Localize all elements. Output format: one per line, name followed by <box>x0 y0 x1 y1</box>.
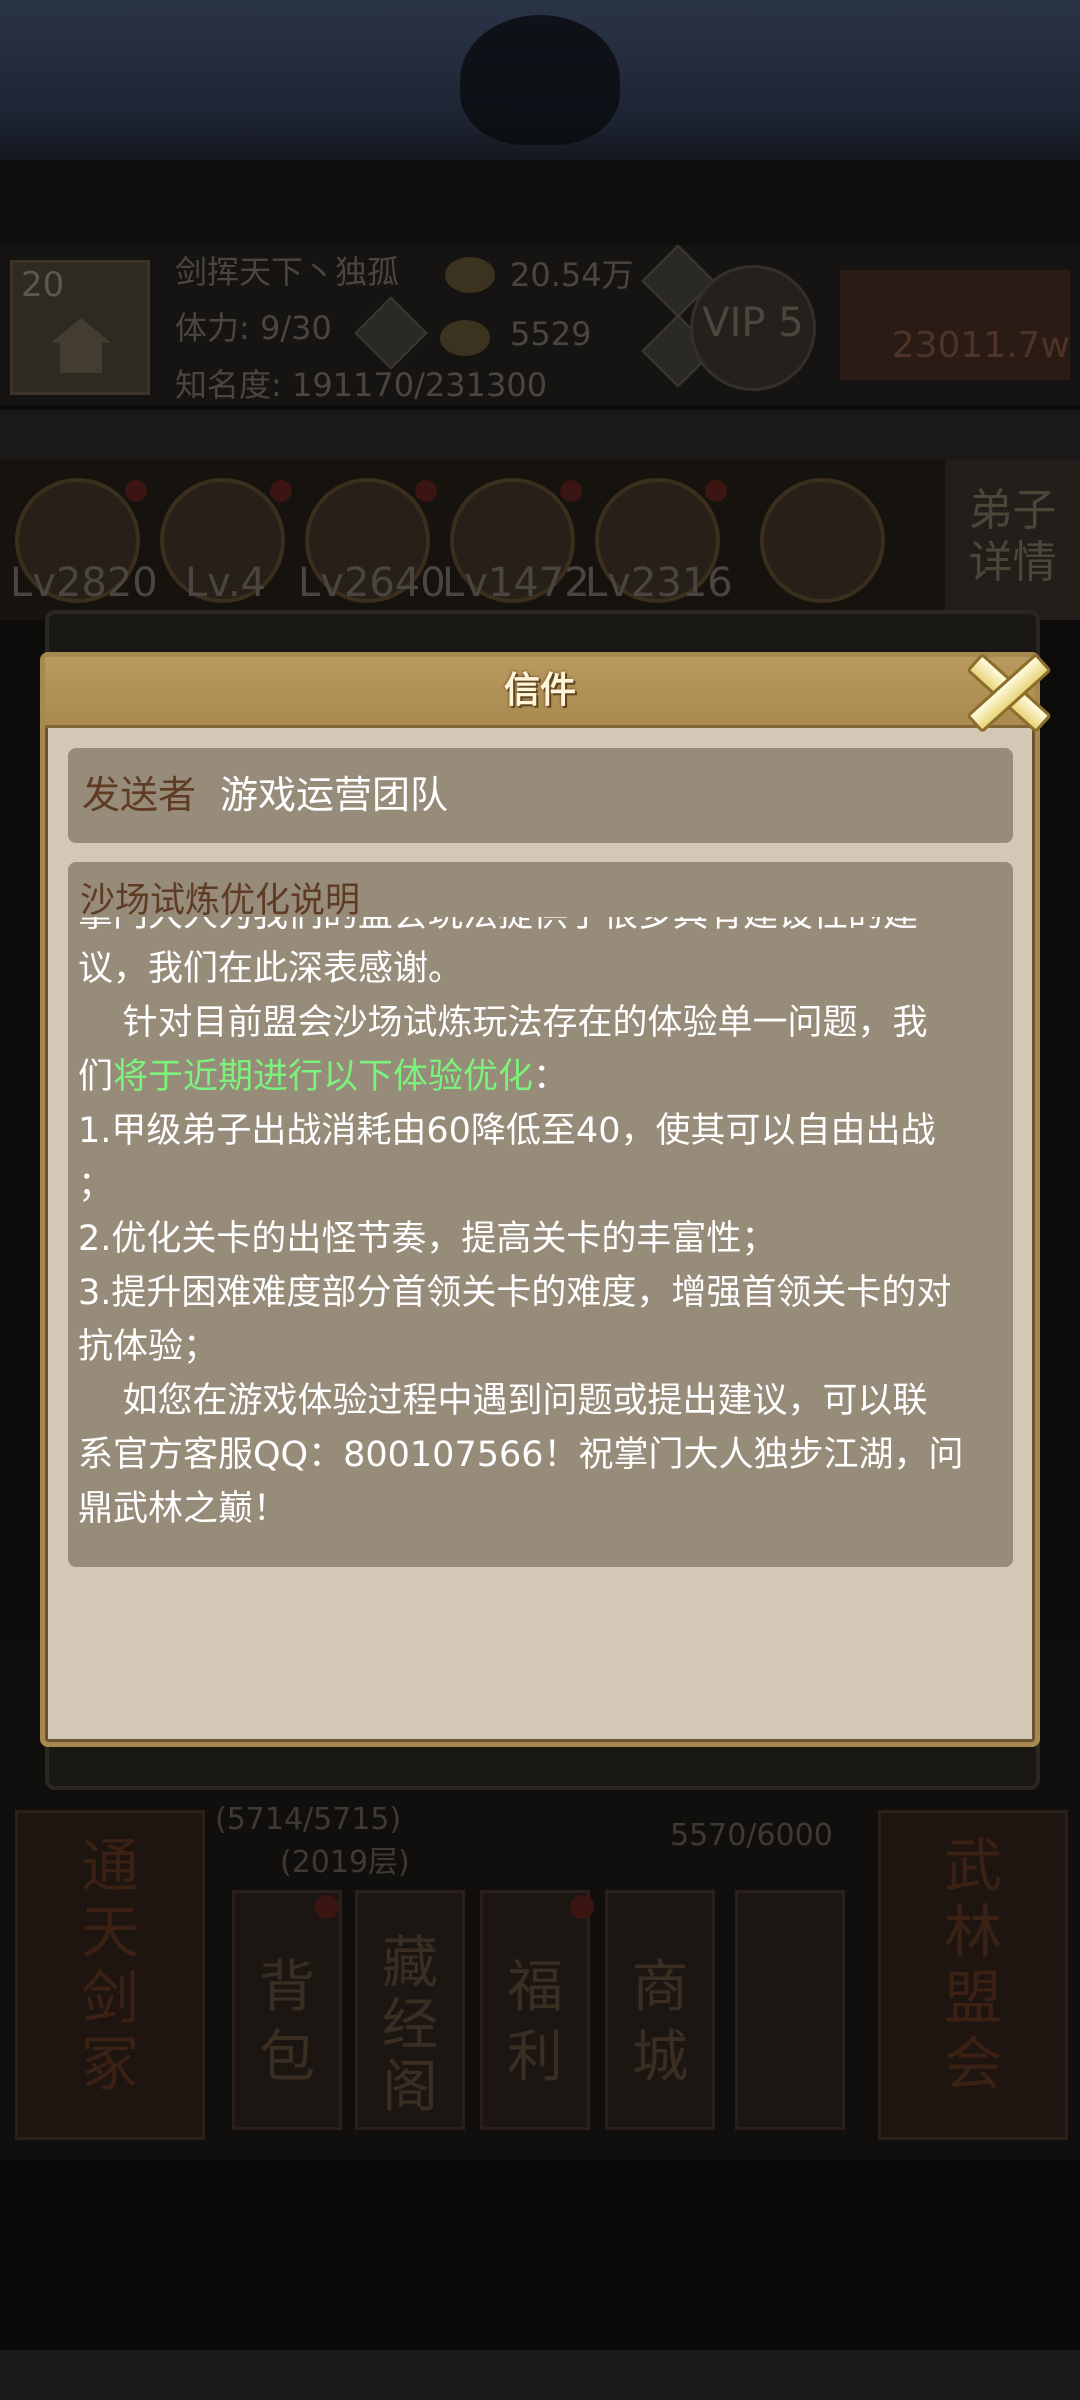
hero-level: Lv2316 <box>585 560 733 606</box>
gold-amount: 5529 <box>510 315 592 353</box>
stamina-plus-icon[interactable] <box>354 296 428 370</box>
disciple-details-button[interactable]: 弟子 详情 <box>945 460 1080 620</box>
notification-dot <box>270 480 292 502</box>
disciple-details-label: 弟子 详情 <box>968 485 1057 588</box>
mail-body-scroll[interactable]: 掌门大人为我们的盟会玩法提供了很多具有建设性的建议，我们在此深表感谢。 针对目前… <box>78 917 998 1562</box>
hero-level: Lv2820 <box>10 560 158 606</box>
energy-progress: 5570/6000 <box>670 1818 833 1853</box>
mail-content-box[interactable]: 沙场试炼优化说明 掌门大人为我们的盟会玩法提供了很多具有建设性的建议，我们在此深… <box>68 862 1013 1567</box>
roof-banner <box>0 0 1080 160</box>
notification-dot <box>315 1895 339 1919</box>
hero-portrait[interactable] <box>760 478 885 603</box>
mail-line: ； <box>78 1165 114 1205</box>
player-info-bar: 20 剑挥天下丶独孤 体力: 9/30 知名度: 191170/231300 2… <box>0 244 1080 405</box>
notification-dot <box>705 480 727 502</box>
welfare-button[interactable]: 福 利 <box>480 1890 590 2130</box>
sender-label: 发送者 <box>82 773 197 817</box>
notification-dot <box>125 480 147 502</box>
scripture-pavilion-button[interactable]: 藏 经 阁 <box>355 1890 465 2130</box>
mail-line: 系官方客服QQ：800107566！祝掌门大人独步江湖，问 <box>78 1435 964 1475</box>
top-band <box>0 160 1080 250</box>
mail-text: 们 <box>78 1057 114 1097</box>
player-name: 剑挥天下丶独孤 <box>175 253 400 291</box>
hero-level: Lv.4 <box>185 560 267 606</box>
sender-box: 发送者 游戏运营团队 <box>68 748 1013 843</box>
mail-line: 如您在游戏体验过程中遇到问题或提出建议，可以联 <box>78 1381 928 1421</box>
tower-progress: (5714/5715) <box>215 1802 402 1837</box>
dialog-title: 信件 <box>503 670 576 711</box>
menu-button-5[interactable] <box>735 1890 845 2130</box>
vip-badge-icon[interactable]: VIP 5 <box>690 265 816 391</box>
bottom-line <box>0 2350 1080 2400</box>
backpack-button[interactable]: 背 包 <box>232 1890 342 2130</box>
mail-text: ： <box>533 1057 569 1097</box>
notification-dot <box>560 480 582 502</box>
shop-button[interactable]: 商 城 <box>605 1890 715 2130</box>
player-fame: 知名度: 191170/231300 <box>175 366 548 404</box>
mail-line: 3.提升困难难度部分首领关卡的难度，增强首领关卡的对 <box>78 1273 952 1313</box>
notification-dot <box>570 1895 594 1919</box>
player-stamina: 体力: 9/30 <box>175 309 332 347</box>
wulin-alliance-button[interactable]: 武 林 盟 会 <box>878 1810 1068 2140</box>
notification-dot <box>415 480 437 502</box>
tongtian-sword-tomb-button[interactable]: 通 天 剑 冢 <box>15 1810 205 2140</box>
close-x-icon[interactable] <box>952 643 1052 734</box>
mail-highlight-text: 将于近期进行以下体验优化 <box>113 1057 534 1097</box>
sender-name: 游戏运营团队 <box>220 773 449 817</box>
mail-line: 们将于近期进行以下体验优化： <box>78 1050 998 1104</box>
mail-line: 议，我们在此深表感谢。 <box>78 949 464 989</box>
mail-body: 掌门大人为我们的盟会玩法提供了很多具有建设性的建议，我们在此深表感谢。 针对目前… <box>78 917 998 1536</box>
silver-amount: 20.54万 <box>510 256 634 294</box>
hero-level: Lv1472 <box>442 560 590 606</box>
hero-level: Lv2640 <box>298 560 446 606</box>
tower-floor: (2019层) <box>280 1845 410 1880</box>
gold-coin-icon <box>440 320 490 356</box>
hero-row: Lv2820 Lv.4 Lv2640 Lv1472 Lv2316 弟子 详情 <box>0 460 1080 620</box>
mail-line: 针对目前盟会沙场试炼玩法存在的体验单一问题，我 <box>78 1003 928 1043</box>
combat-power: 23011.7w <box>840 270 1070 380</box>
mail-subject: 沙场试炼优化说明 <box>80 881 361 921</box>
mail-line: 鼎武林之巅！ <box>78 1489 289 1529</box>
mail-line: 掌门大人为我们的盟会玩法提供了很多具有建设性的建 <box>78 917 998 942</box>
player-level: 20 <box>21 265 65 305</box>
player-avatar[interactable]: 20 <box>10 260 150 395</box>
mail-line: 1.甲级弟子出战消耗由60降低至40，使其可以自由出战 <box>78 1111 936 1151</box>
roof-ornament-icon <box>460 15 620 145</box>
mail-line: 2.优化关卡的出怪节奏，提高关卡的丰富性； <box>78 1219 777 1259</box>
divider-strip <box>0 410 1080 460</box>
mail-line: 抗体验； <box>78 1327 219 1367</box>
silver-ingot-icon <box>445 257 495 293</box>
hall-icon <box>51 318 111 373</box>
